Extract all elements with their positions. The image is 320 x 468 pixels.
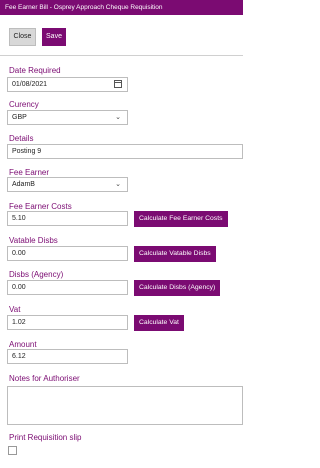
chevron-down-icon: ⌄: [115, 114, 121, 121]
currency-value: GBP: [12, 114, 27, 121]
fee-earner-costs-value: 5.10: [12, 215, 26, 222]
fee-earner-value: AdamB: [12, 181, 35, 188]
print-slip-label: Print Requisition slip: [9, 433, 82, 442]
date-required-label: Date Required: [9, 66, 61, 75]
chevron-down-icon: ⌄: [115, 181, 121, 188]
calculate-vatable-disbs-button[interactable]: Calculate Vatable Disbs: [134, 246, 216, 262]
details-value: Posting 9: [12, 148, 42, 155]
disbs-agency-value: 0.00: [12, 284, 26, 291]
currency-select[interactable]: GBP ⌄: [7, 110, 128, 125]
date-required-field[interactable]: 01/08/2021: [7, 77, 128, 92]
vatable-disbs-value: 0.00: [12, 250, 26, 257]
calendar-icon[interactable]: [114, 80, 122, 88]
vat-label: Vat: [9, 305, 21, 314]
vat-value: 1.02: [12, 319, 26, 326]
calculate-vat-button[interactable]: Calculate Vat: [134, 315, 184, 331]
details-field[interactable]: Posting 9: [7, 144, 243, 159]
window-title: Fee Earner Bill - Osprey Approach Cheque…: [0, 0, 243, 15]
amount-field[interactable]: 6.12: [7, 349, 128, 364]
calculate-disbs-agency-button[interactable]: Calculate Disbs (Agency): [134, 280, 221, 296]
amount-value: 6.12: [12, 353, 26, 360]
vatable-disbs-label: Vatable Disbs: [9, 236, 58, 245]
disbs-agency-field[interactable]: 0.00: [7, 280, 128, 295]
fee-earner-select[interactable]: AdamB ⌄: [7, 177, 128, 192]
date-required-value: 01/08/2021: [12, 81, 48, 88]
fee-earner-costs-label: Fee Earner Costs: [9, 202, 72, 211]
calculate-fee-earner-costs-button[interactable]: Calculate Fee Earner Costs: [134, 211, 228, 227]
vat-field[interactable]: 1.02: [7, 315, 128, 330]
print-slip-checkbox[interactable]: [8, 446, 17, 455]
fee-earner-costs-field[interactable]: 5.10: [7, 211, 128, 226]
notes-textarea[interactable]: [7, 386, 243, 425]
notes-label: Notes for Authoriser: [9, 374, 80, 383]
toolbar: Close Save: [0, 15, 243, 55]
amount-label: Amount: [9, 340, 37, 349]
disbs-agency-label: Disbs (Agency): [9, 270, 64, 279]
vatable-disbs-field[interactable]: 0.00: [7, 246, 128, 261]
save-button[interactable]: Save: [42, 28, 66, 46]
currency-label: Curency: [9, 100, 39, 109]
details-label: Details: [9, 134, 34, 143]
fee-earner-label: Fee Earner: [9, 168, 50, 177]
toolbar-divider: [0, 55, 243, 56]
close-button[interactable]: Close: [9, 28, 36, 46]
